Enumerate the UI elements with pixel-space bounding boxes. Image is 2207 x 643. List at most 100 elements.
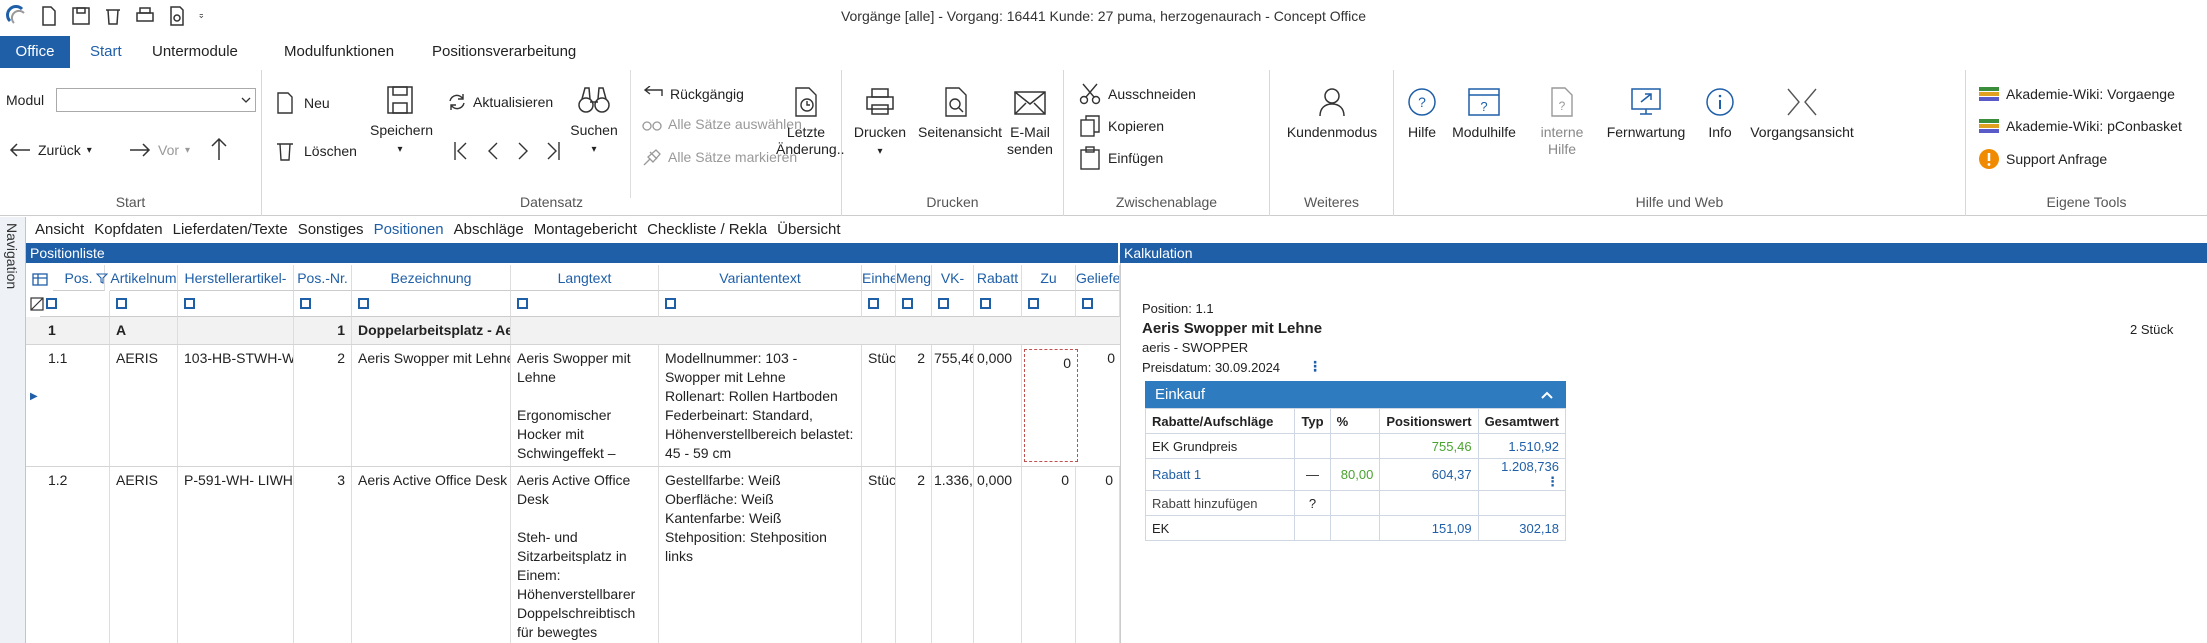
add-discount-link[interactable]: Rabatt hinzufügen [1144,490,1296,516]
tab-positionen[interactable]: Positionen [369,218,449,242]
info-button[interactable]: Info [1698,86,1742,141]
previous-record-icon[interactable] [484,140,502,162]
filter-pos-nr[interactable] [294,291,352,317]
col-menge[interactable]: Meng [896,265,932,291]
filter-herstellerartikel[interactable] [178,291,294,317]
col-vk-preis[interactable]: VK-Pre [932,265,974,291]
navigation-panel-toggle[interactable]: Navigation [0,217,26,643]
tab-lieferdaten[interactable]: Lieferdaten/Texte [168,218,293,242]
print-button[interactable]: Drucken ▾ [848,86,912,160]
tab-start[interactable]: Start [78,36,134,68]
help-button[interactable]: ? Hilfe [1402,86,1442,141]
col-artikelnummer[interactable]: Artikelnum [110,265,178,291]
cell-pos-nr: 2 [294,345,352,466]
wiki-pconbasket-link[interactable]: Akademie-Wiki: pConbasket [1978,116,2182,136]
wiki-vorgaenge-link[interactable]: Akademie-Wiki: Vorgaenge [1978,84,2175,104]
col-zu-liefern[interactable]: Zu liefern [1022,265,1076,291]
cell-positionswert[interactable]: 755,46 [1379,433,1479,459]
process-view-button[interactable]: Vorgangsansicht [1744,86,1860,141]
modul-select[interactable] [56,88,256,112]
grid-options-icon[interactable] [32,271,48,287]
copy-button[interactable]: Kopieren [1078,114,1164,138]
cell-positionswert: 151,09 [1379,515,1479,541]
filter-vk-preis[interactable] [932,291,974,317]
paste-button[interactable]: Einfügen [1078,146,1163,170]
filter-geliefert[interactable] [1076,291,1120,317]
einkauf-section-header[interactable]: Einkauf [1145,381,1566,408]
filter-variantentext[interactable] [659,291,862,317]
forward-button[interactable]: Vor ▾ [158,142,190,158]
col-rabatt[interactable]: Rabatt [974,265,1022,291]
tab-abschlaege[interactable]: Abschläge [449,218,529,242]
save-button[interactable]: Speichern ▾ [370,84,433,158]
tab-montagebericht[interactable]: Montagebericht [529,218,642,242]
col-geliefert[interactable]: Geliefe [1076,265,1120,291]
col-einheit[interactable]: Einhe [862,265,896,291]
table-row[interactable]: 1.2 AERIS P-591-WH- LIWHWH 3 Aeris Activ… [26,467,1120,643]
filter-toggle-icon [902,298,913,309]
undo-button[interactable]: Rückgängig [642,86,744,102]
cell-label[interactable]: Rabatt 1 [1144,458,1296,491]
col-bezeichnung[interactable]: Bezeichnung [352,265,511,291]
mark-all-records-button[interactable]: Alle Sätze markieren [642,148,797,166]
tab-checkliste[interactable]: Checkliste / Rekla [642,218,772,242]
filter-artikelnummer[interactable] [110,291,178,317]
chevron-up-icon[interactable] [1540,390,1554,400]
arrow-up-icon[interactable] [208,136,230,162]
group-label-zwischenablage: Zwischenablage [1115,194,1218,210]
internal-help-button[interactable]: ? interne Hilfe [1530,86,1594,158]
price-date-menu-icon[interactable]: ⋮ [1308,358,1322,375]
cell-pos: 1 [40,317,110,344]
tab-untermodule[interactable]: Untermodule [140,36,250,68]
tab-positionsverarbeitung[interactable]: Positionsverarbeitung [420,36,588,68]
cell-zu-liefern-focused[interactable]: 0 [1024,349,1078,462]
cut-button[interactable]: Ausschneiden [1078,82,1196,106]
cell-prozent[interactable]: 80,00 [1329,458,1381,491]
print-preview-button[interactable]: Seitenansicht [918,86,1002,141]
arrow-right-icon[interactable] [128,142,152,158]
filter-einheit[interactable] [862,291,896,317]
cell-typ[interactable]: — [1294,458,1331,491]
table-row-group[interactable]: 1 A 1 Doppelarbeitsplatz - Aeris [26,317,1120,345]
support-request-link[interactable]: Support Anfrage [1978,148,2107,170]
filter-rabatt[interactable] [974,291,1022,317]
table-row[interactable]: ▶ 1.1 AERIS 103-HB-STWH-WH-S 2 Aeris Swo… [26,345,1120,467]
filter-langtext[interactable] [511,291,659,317]
refresh-button[interactable]: Aktualisieren [447,92,553,112]
customer-mode-button[interactable]: Kundenmodus [1278,86,1386,141]
last-change-button[interactable]: Letzte Änderung.. [776,86,845,158]
filter-menge[interactable] [896,291,932,317]
tab-modulfunktionen[interactable]: Modulfunktionen [272,36,406,68]
last-record-icon[interactable] [544,140,562,162]
tab-uebersicht[interactable]: Übersicht [772,218,845,242]
filter-bezeichnung[interactable] [352,291,511,317]
back-dropdown-icon: ▾ [86,144,92,156]
tab-ansicht[interactable]: Ansicht [30,218,89,242]
module-help-button[interactable]: ? Modulhilfe [1444,86,1524,141]
col-langtext[interactable]: Langtext [511,265,659,291]
col-pos-nr[interactable]: Pos.-Nr. [294,265,352,291]
filter-zu-liefern[interactable] [1022,291,1076,317]
filter-icon[interactable] [96,272,108,284]
next-record-icon[interactable] [514,140,532,162]
einkauf-row-ek: EK 151,09 302,18 [1144,515,1567,541]
filter-toggle-icon [46,298,57,309]
cell-label: EK Grundpreis [1144,433,1296,459]
row-menu-icon[interactable]: ⋮ [1546,474,1559,489]
tab-sonstiges[interactable]: Sonstiges [293,218,369,242]
first-record-icon[interactable] [452,140,470,162]
email-send-button[interactable]: E-Mail senden [1000,86,1060,158]
col-variantentext[interactable]: Variantentext [659,265,862,291]
new-button[interactable]: Neu [272,90,330,116]
tab-kopfdaten[interactable]: Kopfdaten [89,218,167,242]
filter-pos[interactable] [40,291,110,317]
detail-tabs: Ansicht Kopfdaten Lieferdaten/Texte Sons… [30,218,846,242]
search-button[interactable]: Suchen ▾ [562,84,626,158]
tab-office[interactable]: Office [0,36,70,68]
col-herstellerartikel[interactable]: Herstellerartikel-Nr. [178,265,294,291]
remote-support-button[interactable]: Fernwartung [1596,86,1696,141]
back-button[interactable]: Zurück ▾ [8,142,92,158]
delete-button[interactable]: Löschen [272,138,357,164]
th-typ: Typ [1294,408,1331,434]
cell-typ[interactable]: ? [1294,490,1331,516]
